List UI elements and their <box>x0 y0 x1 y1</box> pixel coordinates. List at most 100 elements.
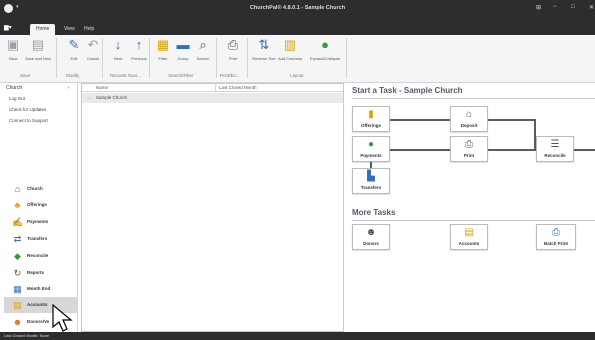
file-menu-icon[interactable]: ▆▾ <box>4 24 18 33</box>
sidebar-item-month-end[interactable]: ▦ Month End <box>4 281 78 297</box>
tab-help[interactable]: Help <box>78 24 100 35</box>
transfers-icon: ⇄ <box>13 234 22 244</box>
mouse-cursor-icon <box>52 303 73 332</box>
grid-header: Name Last Closed Month <box>82 84 343 92</box>
save-and-new-button[interactable]: ▤ Save and New <box>24 37 52 62</box>
flow-line <box>574 149 595 151</box>
previous-button[interactable]: ↑ Previous <box>128 37 150 62</box>
search-button[interactable]: ⌕ Search <box>192 37 214 62</box>
cancel-icon: ↶ <box>87 37 99 52</box>
reverse-sort-button[interactable]: ⇅ Reverse Sort <box>252 38 276 62</box>
sidebar-item-reconcile[interactable]: ◆ Reconcile <box>4 248 78 264</box>
sidebar-item-church[interactable]: ⌂ Church <box>4 181 78 197</box>
accounts-icon: ▤ <box>464 227 474 238</box>
flow-line <box>390 149 450 151</box>
close-button[interactable]: ✕ <box>589 4 594 11</box>
reports-icon: ↻ <box>13 268 22 278</box>
status-bar: Last Closed Month: None <box>0 332 595 340</box>
ribbon-separator <box>247 38 248 78</box>
ribbon-group-print-export: Print/Ex... <box>220 73 240 78</box>
print-button[interactable]: ⎙ Print <box>222 37 244 62</box>
ribbon-separator <box>56 38 57 78</box>
log-out-link[interactable]: Log Out <box>9 96 25 101</box>
ribbon-group-save: Save <box>20 73 31 78</box>
next-button[interactable]: ↓ Next <box>107 37 129 62</box>
sidebar-item-payments[interactable]: ✍ Payments <box>4 214 78 230</box>
heading-rule <box>352 220 595 221</box>
search-icon: ⌕ <box>199 37 207 52</box>
task-donors-tile[interactable]: ☻ Donors <box>352 224 390 250</box>
more-tasks-heading: More Tasks <box>352 208 396 217</box>
sidebar-item-offerings[interactable]: ♣ Offerings <box>4 197 78 213</box>
filter-button[interactable]: ▦ Filter <box>152 38 174 62</box>
transfers-icon: ▙ <box>367 171 375 182</box>
ribbon-group-layout: Layout <box>290 73 304 78</box>
ribbon-group-records-navigation: Records Navi... <box>110 73 141 78</box>
church-icon: ⌂ <box>14 184 21 194</box>
heading-rule <box>352 98 595 99</box>
table-cell-name[interactable]: Sample Church <box>96 95 127 100</box>
connect-to-support-link[interactable]: Connect to Support <box>9 118 48 123</box>
task-reconcile-tile[interactable]: ☰ Reconcile <box>536 136 574 162</box>
task-payments-tile[interactable]: ● Payments <box>352 136 390 162</box>
cancel-button[interactable]: ↶ Cancel <box>82 37 104 62</box>
arrow-down-icon: ↓ <box>114 37 122 52</box>
expand-collapse-icon: ● <box>321 37 329 52</box>
current-row-arrow-icon: → <box>87 95 92 100</box>
reconcile-icon: ◆ <box>14 251 21 261</box>
print-icon: ⎙ <box>227 37 239 52</box>
title-bar: ▾ ChurchPal® 4.8.0.1 - Sample Church ⊞ −… <box>0 0 595 22</box>
group-button[interactable]: ▬ Group <box>172 37 194 62</box>
collapse-sidebar-icon[interactable]: ‹ <box>68 85 70 91</box>
window-title: ChurchPal® 4.8.0.1 - Sample Church <box>249 5 346 11</box>
sidebar-header: Church <box>6 85 23 91</box>
menu-bar: ▆▾ Home View Help <box>0 22 595 35</box>
ribbon-separator <box>102 38 103 78</box>
expand-collapse-button[interactable]: ● Expand/Collapse <box>307 37 343 62</box>
accounts-icon: ▤ <box>13 300 22 310</box>
flow-line <box>390 119 450 121</box>
calendar-icon: ▦ <box>13 284 22 294</box>
add-columns-button[interactable]: ▥ Add Columns <box>276 38 304 62</box>
column-divider[interactable] <box>215 84 216 92</box>
ribbon-group-modify: Modify <box>66 73 80 78</box>
task-deposit-tile[interactable]: ⌂ Deposit <box>450 106 488 132</box>
bank-icon: ⌂ <box>465 109 473 120</box>
task-offerings-tile[interactable]: ▮ Offerings <box>352 106 390 132</box>
ribbon-separator <box>149 38 150 78</box>
arrow-up-icon: ↑ <box>135 37 143 52</box>
church-grid: Name Last Closed Month → Sample Church <box>81 83 344 332</box>
batch-print-icon: ⎙ <box>552 227 560 238</box>
check-for-updates-link[interactable]: Check for Updates <box>9 107 46 112</box>
column-header-name[interactable]: Name <box>96 85 108 90</box>
task-transfers-tile[interactable]: ▙ Transfers <box>352 168 390 194</box>
maximize-button[interactable]: □ <box>571 4 575 10</box>
save-new-icon: ▤ <box>31 37 45 52</box>
payments-icon: ● <box>367 139 375 150</box>
donors-icon: ☻ <box>365 227 377 238</box>
restore-layout-icon[interactable]: ⊞ <box>536 4 541 11</box>
flow-line <box>488 119 534 121</box>
column-header-last-closed-month[interactable]: Last Closed Month <box>219 85 257 90</box>
sidebar-item-reports[interactable]: ↻ Reports <box>4 265 78 281</box>
offerings-icon: ♣ <box>14 200 21 210</box>
tasks-panel: Start a Task - Sample Church ▮ Offerings… <box>346 83 595 332</box>
ribbon-group-search-filter: Search/Filter <box>168 73 194 78</box>
task-batch-print-tile[interactable]: ⎙ Batch Print <box>536 224 576 250</box>
table-row[interactable]: → Sample Church <box>82 93 343 103</box>
save-button[interactable]: ▣ Save <box>2 37 24 62</box>
status-text: Last Closed Month: None <box>4 333 50 338</box>
minimize-button[interactable]: − <box>553 4 557 10</box>
flow-line <box>488 149 536 151</box>
group-icon: ▬ <box>176 37 190 52</box>
save-icon: ▣ <box>6 37 20 52</box>
sidebar: Church ‹ Log Out Check for Updates Conne… <box>0 83 78 332</box>
task-print-tile[interactable]: ⎙ Print <box>450 136 488 162</box>
sidebar-item-transfers[interactable]: ⇄ Transfers <box>4 231 78 247</box>
start-task-heading: Start a Task - Sample Church <box>352 86 463 95</box>
donors-icon: ☻ <box>12 317 23 327</box>
edit-icon: ✎ <box>68 37 80 52</box>
task-accounts-tile[interactable]: ▤ Accounts <box>450 224 488 250</box>
ribbon-toolbar: ▣ Save ▤ Save and New ✎ Edit ↶ Cancel ↓ … <box>0 35 595 83</box>
tab-home[interactable]: Home <box>30 24 56 35</box>
